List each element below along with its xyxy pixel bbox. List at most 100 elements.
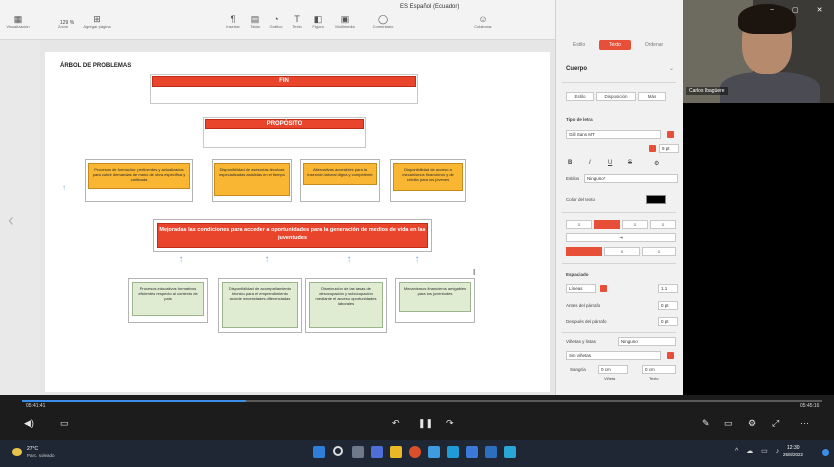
justify-icon[interactable]: ≡ — [650, 220, 676, 229]
central-problem-box[interactable]: Mejoradas las condiciones para acceder a… — [157, 223, 428, 248]
captions-icon[interactable]: ▭ — [60, 418, 69, 429]
table-icon: ▤ — [250, 14, 260, 24]
pen-icon[interactable]: ✎ — [702, 418, 710, 429]
spacing-label: Espaciado — [566, 272, 589, 277]
rewind-icon[interactable]: ↶ — [392, 418, 400, 429]
align-center-icon[interactable] — [594, 220, 620, 229]
screen-icon[interactable]: ▭ — [724, 418, 733, 429]
search-icon[interactable] — [333, 446, 343, 456]
weather-icon[interactable] — [12, 448, 22, 456]
progress-fill — [22, 400, 246, 402]
volume-icon[interactable]: ◀) — [24, 418, 34, 429]
italic-icon[interactable]: I — [589, 160, 591, 166]
bullet-style-dropdown-icon[interactable] — [667, 352, 674, 359]
spacing-mode-dropdown-icon[interactable] — [600, 285, 607, 292]
chrome-icon[interactable] — [409, 446, 421, 458]
system-tray[interactable]: ^ ☁ ▭ ♪ — [735, 447, 782, 455]
clock-date: 25/8/2022 — [783, 452, 804, 457]
add-page-button[interactable]: ⊞ Agregar página — [80, 14, 114, 36]
weather-description: Parc. soleado — [27, 453, 55, 458]
font-section-label: Tipo de letra — [566, 117, 593, 122]
chart-button[interactable]: ◔ Gráfico — [265, 14, 287, 36]
text-color-swatch[interactable] — [646, 195, 666, 204]
indent-bullet-field[interactable]: 0 cm — [598, 365, 628, 374]
gear-icon[interactable]: ⚙ — [654, 160, 659, 167]
fullscreen-icon[interactable]: ⤢ — [772, 418, 779, 429]
valign-top-icon[interactable] — [566, 247, 602, 256]
pause-icon[interactable]: ❚❚ — [418, 418, 433, 429]
valign-bottom-icon[interactable]: ≡ — [642, 247, 676, 256]
add-page-icon: ⊞ — [93, 14, 101, 24]
notification-icon[interactable] — [822, 449, 829, 456]
effect-box-2[interactable]: Disponibilidad de asesorías técnicas esp… — [214, 163, 290, 196]
subtab-layout[interactable]: Disposición — [596, 92, 636, 101]
time-current: 05:41:41 — [26, 403, 46, 409]
indent-controls[interactable]: ⇥ — [566, 233, 676, 242]
video-empty-area — [683, 103, 834, 400]
fin-box[interactable]: FIN — [152, 76, 416, 87]
cause-box-2[interactable]: Disponibilidad de acompañamiento técnico… — [222, 282, 298, 328]
effect-box-3[interactable]: Alternativas accesibles para la inserció… — [303, 163, 377, 185]
cause-box-1[interactable]: Procesos educativos formativos eficiente… — [132, 282, 204, 316]
media-icon: ▣ — [340, 14, 350, 24]
paragraph-style-name[interactable]: Cuerpo — [566, 66, 587, 72]
subtab-style[interactable]: Estilo — [566, 92, 594, 101]
spacing-mode-field[interactable]: Líneas — [566, 284, 596, 293]
tab-text[interactable]: Texto — [599, 40, 631, 50]
shape-button[interactable]: ◧ Figura — [308, 14, 328, 36]
bullet-style-field[interactable]: Sin viñetas — [566, 351, 661, 360]
tab-style[interactable]: Estilo — [562, 40, 596, 50]
cause-box-3[interactable]: Disminución de las tasas de desocupación… — [309, 282, 383, 328]
effect-box-1[interactable]: Procesos de formación: pertinentes y act… — [88, 163, 190, 189]
edge-icon[interactable] — [428, 446, 440, 458]
chevron-left-icon[interactable]: ‹ — [8, 210, 14, 231]
indent-text-field[interactable]: 0 cm — [642, 365, 676, 374]
after-paragraph-field[interactable]: 0 pt — [658, 317, 678, 326]
tab-arrange[interactable]: Ordenar — [636, 40, 672, 50]
settings-icon[interactable]: ⚙ — [748, 418, 756, 429]
before-paragraph-field[interactable]: 0 pt — [658, 301, 678, 310]
align-right-icon[interactable]: ≡ — [622, 220, 648, 229]
collaborate-icon: ☺ — [478, 14, 488, 24]
char-styles-field[interactable]: Ninguno* — [584, 174, 678, 183]
indent-label: Sangría — [570, 367, 586, 372]
font-name-field[interactable]: Gill Sans MT — [566, 130, 661, 139]
strikethrough-icon[interactable]: S — [628, 160, 632, 166]
app-icon[interactable] — [485, 446, 497, 458]
bold-icon[interactable]: B — [568, 160, 572, 166]
comment-button[interactable]: ◯ Comentario — [368, 14, 398, 36]
effect-box-4[interactable]: Disponibilidad de acceso a mecanismos fi… — [393, 163, 463, 191]
media-button[interactable]: ▣ Multimedia — [330, 14, 360, 36]
bullets-field[interactable]: Ninguno — [618, 337, 676, 346]
format-panel: Estilo Texto Ordenar Cuerpo ⌄ Estilo Dis… — [555, 0, 683, 402]
slide-navigator — [0, 40, 40, 400]
collaborate-button[interactable]: ☺ Colaborar — [468, 14, 498, 36]
underline-icon[interactable]: U — [608, 160, 612, 166]
teams-icon[interactable] — [371, 446, 383, 458]
zoom-button[interactable]: Zoom — [52, 14, 74, 36]
weather-temperature: 27°C — [27, 446, 39, 452]
more-icon[interactable]: ··· — [800, 418, 809, 428]
window-controls[interactable]: − ▢ ✕ — [770, 6, 830, 14]
cause-box-4[interactable]: Mecanismos financieros amigables para lo… — [399, 282, 471, 312]
font-size-field[interactable]: 9 pt — [659, 144, 679, 153]
valign-middle-icon[interactable]: ≡ — [604, 247, 640, 256]
forward-icon[interactable]: ↷ — [446, 418, 454, 429]
indent-text-label: Texto — [649, 376, 659, 381]
task-view-icon[interactable] — [352, 446, 364, 458]
align-left-icon[interactable]: ≡ — [566, 220, 592, 229]
font-weight-icon[interactable] — [649, 145, 656, 152]
mail-icon[interactable] — [466, 446, 478, 458]
store-icon[interactable] — [447, 446, 459, 458]
spacing-value-field[interactable]: 1.1 — [658, 284, 678, 293]
proposito-box[interactable]: PROPÓSITO — [205, 119, 364, 129]
windows-start-icon[interactable] — [313, 446, 325, 458]
insert-button[interactable]: ¶ Insertar — [222, 14, 244, 36]
subtab-more[interactable]: Más — [638, 92, 666, 101]
table-button[interactable]: ▤ Tabla — [245, 14, 265, 36]
zoom-app-icon[interactable] — [504, 446, 516, 458]
chevron-down-icon[interactable]: ⌄ — [669, 65, 674, 72]
text-button[interactable]: T Texto — [287, 14, 307, 36]
file-explorer-icon[interactable] — [390, 446, 402, 458]
view-button[interactable]: ▦ Visualización — [3, 14, 33, 36]
